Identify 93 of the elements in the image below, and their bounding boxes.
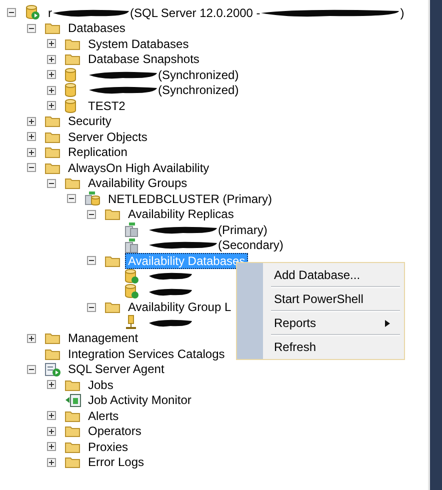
availability-group-icon [85, 191, 100, 206]
tree-item[interactable]: Operators [85, 423, 144, 440]
collapse-icon[interactable] [87, 302, 96, 312]
tree-item[interactable]: (Primary) [145, 222, 270, 238]
database-icon [65, 68, 76, 82]
expand-icon[interactable] [27, 148, 36, 157]
expand-icon[interactable] [47, 70, 56, 80]
redaction-mark [148, 271, 193, 282]
redaction-mark [88, 85, 158, 96]
redaction-mark [88, 70, 158, 80]
expand-icon[interactable] [27, 334, 36, 343]
database-icon [125, 284, 139, 300]
tree-item[interactable]: Server Objects [65, 128, 150, 145]
expand-icon[interactable] [27, 116, 36, 126]
folder-icon [45, 22, 60, 34]
database-icon [65, 98, 76, 113]
redaction-mark [148, 318, 193, 328]
tree-item[interactable]: (Synchronized) [85, 82, 242, 98]
tree-item[interactable]: Database Snapshots [85, 51, 202, 68]
menu-item[interactable]: Refresh [237, 336, 404, 358]
tree-item[interactable]: r (SQL Server 12.0.2000 - ) [45, 4, 408, 21]
tree-item[interactable]: Job Activity Monitor [85, 392, 194, 408]
menu-item[interactable]: Start PowerShell [237, 288, 404, 310]
menu-item[interactable]: Reports [237, 312, 404, 334]
folder-icon [45, 115, 60, 128]
tree-item[interactable]: Availability Group L [125, 299, 234, 316]
expand-icon[interactable] [27, 132, 36, 142]
expand-icon[interactable] [47, 101, 56, 110]
monitor-icon [65, 392, 81, 408]
redaction-mark [148, 286, 193, 297]
folder-icon [65, 440, 80, 453]
tree-item[interactable]: Management [65, 330, 142, 346]
expand-icon[interactable] [47, 426, 56, 436]
menu-item-label: Refresh [274, 340, 316, 354]
collapse-icon[interactable] [87, 210, 96, 219]
tree-item[interactable]: (Secondary) [145, 237, 286, 254]
collapse-icon[interactable] [47, 178, 56, 188]
expand-icon[interactable] [47, 411, 56, 420]
folder-icon [45, 162, 60, 174]
tree-item[interactable]: Replication [65, 144, 130, 160]
tree-item[interactable]: System Databases [85, 36, 192, 52]
folder-icon [65, 177, 80, 190]
tree-item[interactable]: TEST2 [85, 98, 128, 114]
tree-item[interactable]: Error Logs [85, 454, 148, 470]
expand-icon[interactable] [47, 442, 56, 452]
menu-item-label: Reports [274, 316, 316, 330]
folder-icon [65, 410, 80, 422]
tree-item[interactable]: Databases [65, 20, 128, 36]
folder-icon [65, 425, 80, 438]
folder-icon [45, 130, 60, 143]
tree-item[interactable]: Proxies [85, 438, 132, 455]
collapse-icon[interactable] [7, 8, 16, 18]
expand-icon[interactable] [47, 380, 56, 390]
tree-item[interactable]: AlwaysOn High Availability [65, 160, 212, 176]
database-icon [125, 268, 139, 284]
collapse-icon[interactable] [87, 256, 96, 266]
agent-icon [45, 362, 61, 377]
menu-item-label: Add Database... [274, 268, 360, 282]
folder-icon [45, 332, 60, 344]
collapse-icon[interactable] [27, 364, 36, 374]
collapse-icon[interactable] [27, 163, 36, 172]
tree-item[interactable]: Integration Services Catalogs [65, 346, 228, 362]
expand-icon[interactable] [47, 86, 56, 95]
redaction-mark [148, 224, 218, 235]
folder-icon [45, 146, 60, 158]
tree-item[interactable]: Availability Replicas [125, 206, 237, 222]
folder-icon [105, 254, 120, 267]
database-icon [65, 83, 76, 98]
folder-icon [65, 38, 80, 50]
tree-item[interactable]: SQL Server Agent [65, 361, 168, 378]
collapse-icon[interactable] [67, 194, 76, 204]
expand-icon[interactable] [47, 458, 56, 467]
folder-icon [105, 208, 120, 220]
expand-icon[interactable] [47, 39, 56, 48]
folder-icon [65, 456, 80, 468]
menu-item-label: Start PowerShell [274, 292, 364, 306]
folder-icon [65, 53, 80, 66]
tree-item[interactable]: Availability Groups [85, 175, 190, 192]
folder-icon [65, 378, 80, 391]
tree-item[interactable]: Alerts [85, 408, 122, 424]
server-replica-icon [125, 222, 139, 238]
expand-icon[interactable] [47, 54, 56, 64]
tree-item[interactable]: (Synchronized) [85, 66, 242, 83]
server-replica-icon [125, 238, 139, 253]
tree-item[interactable]: NETLEDBCLUSTER (Primary) [105, 190, 276, 207]
listener-icon [125, 315, 137, 330]
folder-icon [105, 301, 120, 314]
tree-item[interactable]: Security [65, 113, 114, 130]
folder-icon [45, 348, 60, 360]
server-icon [25, 5, 40, 20]
collapse-icon[interactable] [27, 24, 36, 33]
redaction-mark [148, 240, 218, 250]
tree-item[interactable]: Jobs [85, 376, 116, 393]
